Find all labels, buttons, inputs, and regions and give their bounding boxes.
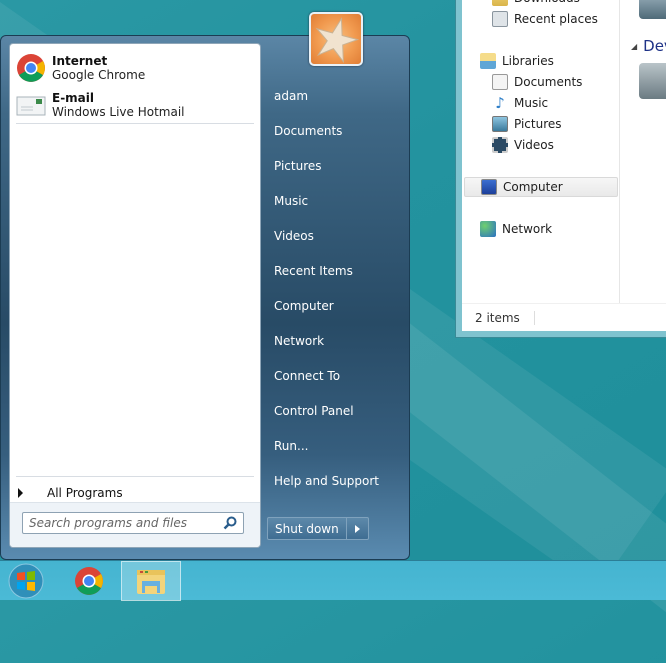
nav-item-computer[interactable]: Computer (464, 177, 618, 197)
nav-item-recent-places[interactable]: Recent places (492, 9, 598, 29)
arrow-right-icon (354, 524, 360, 533)
documents-icon (492, 74, 508, 90)
nav-item-label: Videos (514, 138, 554, 152)
chrome-icon (17, 54, 45, 82)
videos-icon (492, 137, 508, 153)
start-menu: Internet Google Chrome E-mail Windows Li… (0, 35, 410, 560)
right-item-control-panel[interactable]: Control Panel (274, 404, 354, 418)
nav-item-label: Recent places (514, 12, 598, 26)
music-icon: ♪ (495, 94, 505, 112)
nav-item-documents[interactable]: Documents (492, 72, 582, 92)
nav-item-videos[interactable]: Videos (492, 135, 554, 155)
nav-item-libraries[interactable]: Libraries (480, 51, 554, 71)
nav-item-label: Music (514, 96, 549, 110)
shutdown-group: Shut down (267, 517, 369, 540)
pinned-item-title: Internet (52, 54, 108, 68)
search-area (10, 502, 260, 547)
collapse-triangle-icon: ◢ (631, 41, 638, 51)
downloads-icon (492, 0, 508, 6)
status-item-count: 2 items (475, 310, 520, 325)
chrome-icon (75, 567, 103, 595)
nav-item-label: Pictures (514, 117, 562, 131)
all-programs-button[interactable]: All Programs (18, 486, 123, 500)
right-item-recent-items[interactable]: Recent Items (274, 264, 353, 278)
folder-icon (137, 570, 165, 594)
nav-item-label: Network (502, 222, 553, 236)
right-item-music[interactable]: Music (274, 194, 308, 208)
computer-icon (481, 179, 497, 195)
navigation-pane: Downloads Recent places Libraries Docume… (462, 0, 620, 303)
all-programs-separator (16, 476, 254, 477)
group-header-devices[interactable]: ◢ Dev (631, 37, 666, 55)
expand-arrow-icon (18, 488, 23, 498)
group-label: Dev (643, 37, 666, 55)
starfish-picture (315, 17, 360, 64)
pinned-item-internet[interactable]: Internet Google Chrome (16, 51, 145, 85)
network-icon (480, 221, 496, 237)
dvd-drive-icon[interactable] (639, 63, 666, 99)
status-separator (533, 310, 535, 325)
shutdown-button[interactable]: Shut down (267, 517, 347, 540)
chrome-taskbar-button[interactable] (66, 561, 112, 601)
status-bar: 2 items (462, 303, 666, 331)
nav-item-downloads[interactable]: Downloads (492, 0, 580, 8)
right-item-pictures[interactable]: Pictures (274, 159, 322, 173)
all-programs-label: All Programs (47, 486, 123, 500)
right-item-computer[interactable]: Computer (274, 299, 334, 313)
right-item-run[interactable]: Run... (274, 439, 308, 453)
pinned-item-title: E-mail (52, 91, 95, 105)
drive-icon[interactable] (639, 0, 666, 19)
pinned-item-subtitle: Windows Live Hotmail (52, 105, 185, 119)
search-box (22, 512, 244, 534)
taskbar (0, 560, 666, 601)
search-input[interactable] (29, 516, 219, 530)
user-avatar[interactable] (309, 12, 363, 66)
email-icon (16, 96, 46, 116)
explorer-window: Downloads Recent places Libraries Docume… (455, 0, 666, 338)
right-item-connect-to[interactable]: Connect To (274, 369, 340, 383)
nav-item-label: Libraries (502, 54, 554, 68)
pinned-item-email[interactable]: E-mail Windows Live Hotmail (16, 88, 184, 122)
shutdown-options-button[interactable] (346, 517, 369, 540)
recent-places-icon (492, 11, 508, 27)
search-icon[interactable] (223, 516, 237, 530)
nav-item-label: Documents (514, 75, 583, 89)
explorer-taskbar-button[interactable] (121, 561, 181, 601)
libraries-icon (480, 53, 496, 69)
nav-item-label: Downloads (514, 0, 580, 5)
pinned-separator (16, 123, 254, 124)
pictures-icon (492, 116, 508, 132)
nav-item-music[interactable]: ♪ Music (492, 93, 548, 113)
start-left-pane: Internet Google Chrome E-mail Windows Li… (9, 43, 261, 548)
content-pane: ◢ Dev (621, 0, 666, 303)
right-item-help-and-support[interactable]: Help and Support (274, 474, 379, 488)
right-item-user[interactable]: adam (274, 89, 308, 103)
right-item-documents[interactable]: Documents (274, 124, 342, 138)
start-button[interactable] (4, 561, 48, 601)
nav-item-label: Computer (503, 180, 563, 194)
pinned-item-subtitle: Google Chrome (52, 68, 146, 82)
windows-orb-icon (8, 563, 44, 599)
nav-item-pictures[interactable]: Pictures (492, 114, 562, 134)
right-item-network[interactable]: Network (274, 334, 324, 348)
nav-item-network[interactable]: Network (480, 219, 552, 239)
right-item-videos[interactable]: Videos (274, 229, 314, 243)
